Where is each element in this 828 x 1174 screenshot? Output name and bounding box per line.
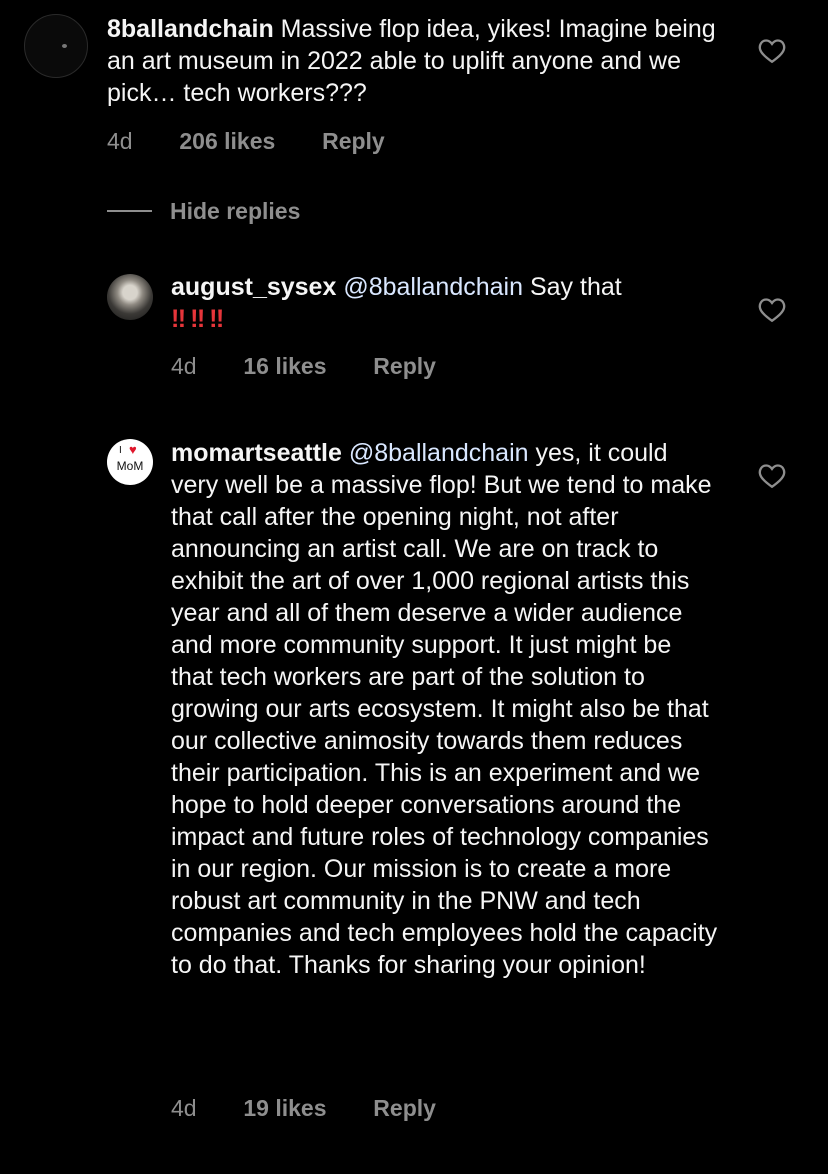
- double-exclamation-emoji: ‼: [171, 305, 186, 333]
- user-avatar[interactable]: I ♥ MoM: [107, 439, 153, 485]
- reply-likes[interactable]: 16 likes: [243, 353, 326, 379]
- comment-body: 8ballandchain Massive flop idea, yikes! …: [107, 13, 727, 109]
- mention-link[interactable]: @8ballandchain: [349, 439, 529, 467]
- reply-meta: 4d 19 likes Reply: [171, 1095, 436, 1122]
- heart-outline-icon[interactable]: [758, 38, 786, 64]
- hide-replies-line: [107, 209, 152, 212]
- comment-meta: 4d 206 likes Reply: [107, 128, 385, 155]
- reply-meta: 4d 16 likes Reply: [171, 353, 436, 380]
- logo-text: MoM: [116, 459, 144, 473]
- hide-replies-label: Hide replies: [170, 198, 301, 224]
- double-exclamation-emoji: ‼: [209, 305, 224, 333]
- hide-replies-button[interactable]: Hide replies: [107, 198, 300, 225]
- reply-button[interactable]: Reply: [373, 353, 436, 379]
- reply-button[interactable]: Reply: [373, 1095, 436, 1121]
- reply-body: momartseattle @8ballandchain yes, it cou…: [171, 437, 719, 981]
- avatar-mark: [62, 44, 67, 48]
- comment-age: 4d: [107, 128, 133, 154]
- user-avatar[interactable]: [24, 14, 88, 78]
- reply-username[interactable]: momartseattle: [171, 439, 342, 467]
- heart-outline-icon[interactable]: [758, 463, 786, 489]
- reply-body: august_sysex @8ballandchain Say that ‼ ‼…: [171, 271, 731, 335]
- reply-age: 4d: [171, 1095, 197, 1121]
- heart-icon: ♥: [129, 442, 137, 457]
- mention-link[interactable]: @8ballandchain: [343, 273, 523, 301]
- reply-username[interactable]: august_sysex: [171, 273, 336, 301]
- reply-text: yes, it could very well be a massive flo…: [171, 439, 718, 979]
- reply-age: 4d: [171, 353, 197, 379]
- reply-text: Say that: [529, 273, 622, 301]
- comment-likes[interactable]: 206 likes: [179, 128, 275, 154]
- logo-i: I: [119, 445, 122, 456]
- user-avatar[interactable]: [107, 274, 153, 320]
- comment-username[interactable]: 8ballandchain: [107, 15, 274, 43]
- reply-button[interactable]: Reply: [322, 128, 385, 154]
- heart-outline-icon[interactable]: [758, 297, 786, 323]
- double-exclamation-emoji: ‼: [190, 305, 205, 333]
- reply-likes[interactable]: 19 likes: [243, 1095, 326, 1121]
